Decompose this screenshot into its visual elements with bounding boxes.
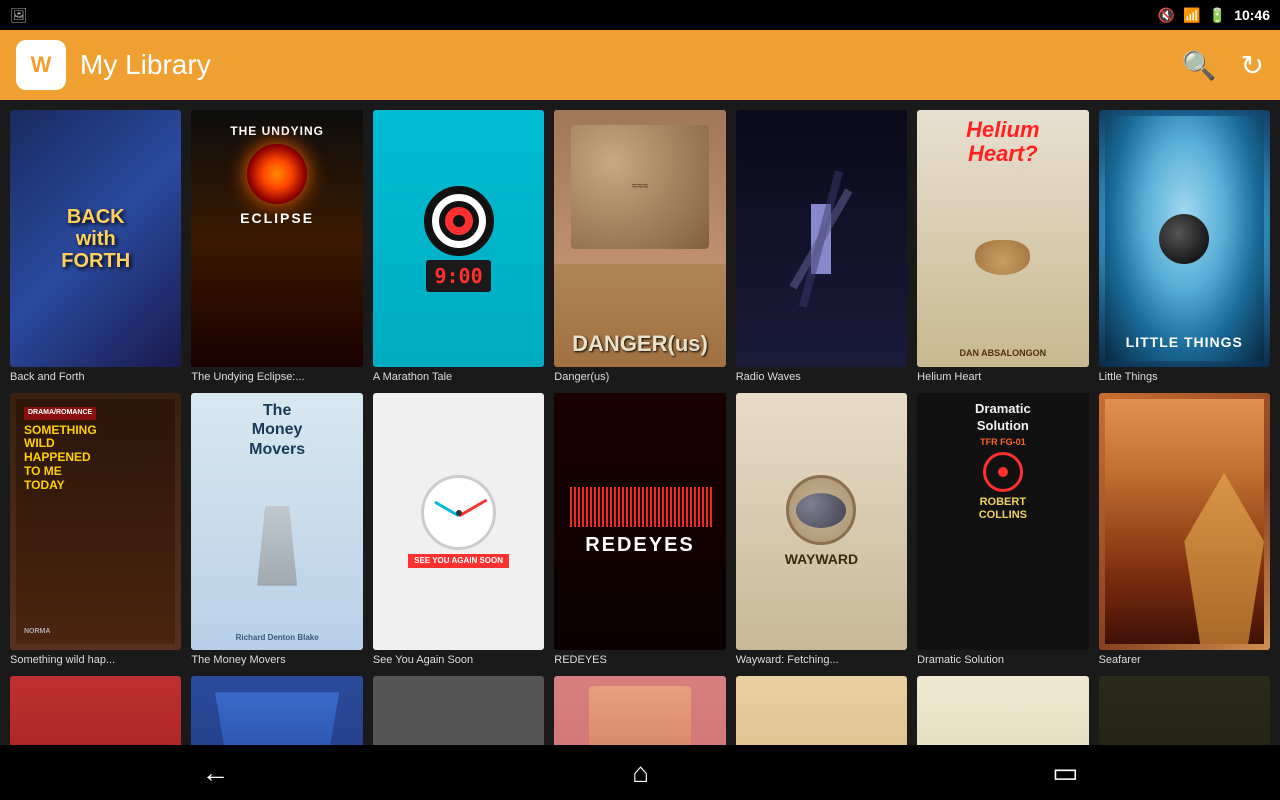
mute-icon: 🔇 [1158,7,1175,24]
clock: 10:46 [1234,7,1270,23]
book-item-marathon[interactable]: 9:00 A Marathon Tale [373,110,544,383]
book-title-marathon: A Marathon Tale [373,371,544,383]
book-cover-money-movers: TheMoneyMovers Richard Denton Blake [191,393,362,650]
app-bar-left: W My Library [16,40,211,90]
book-title-wayward: Wayward: Fetching... [736,654,907,666]
book-cover-helium: HeliumHeart? DAN ABSALONGON [917,110,1088,367]
book-item-helium[interactable]: HeliumHeart? DAN ABSALONGON Helium Heart [917,110,1088,383]
logo-text: W [31,52,52,78]
book-cover-how-far: How far is too far? [1099,676,1270,745]
book-item-pink[interactable] [554,676,725,745]
book-item-wayward[interactable]: WAYWARD Wayward: Fetching... [736,393,907,666]
app-bar-right: 🔍 ↻ [1182,49,1264,82]
book-cover-monopoly: 🎩 [917,676,1088,745]
book-item-radio-waves[interactable]: Radio Waves [736,110,907,383]
book-title-undying: The Undying Eclipse:... [191,371,362,383]
book-item-how-far[interactable]: How far is too far? How far is too far? [1099,676,1270,745]
book-item-seafarer[interactable]: Seafarer [1099,393,1270,666]
book-item-undying[interactable]: THE UNDYING ECLIPSE The Undying Eclipse:… [191,110,362,383]
book-item-deep-end[interactable]: The Deep End [191,676,362,745]
wattpad-logo[interactable]: W [16,40,66,90]
book-title-see-you: See You Again Soon [373,654,544,666]
book-cover-dramatic: DramaticSolution TFR FG-01 ROBERTCOLLINS [917,393,1088,650]
status-bar-left: 🖼 [10,7,28,24]
book-title-dangerous: Danger(us) [554,371,725,383]
book-item-something-wild[interactable]: DRAMA/ROMANCE SOMETHINGWILDHAPPENEDTO ME… [10,393,181,666]
book-cover-aquifers: The Aquifersof Mars [736,676,907,745]
book-title-back-forth: Back and Forth [10,371,181,383]
book-item-hundred-year[interactable]: THEHUNDREDYEARMAN [10,676,181,745]
book-cover-see-you: SEE YOU AGAIN SOON [373,393,544,650]
search-icon[interactable]: 🔍 [1182,49,1217,82]
book-cover-hundred-year: THEHUNDREDYEARMAN [10,676,181,745]
app-icon: 🖼 [10,7,28,24]
book-title-radio-waves: Radio Waves [736,371,907,383]
book-title-redeyes: REDEYES [554,654,725,666]
book-cover-redeyes: REDEYES [554,393,725,650]
book-cover-pink [554,676,725,745]
book-cover-wayward: WAYWARD [736,393,907,650]
refresh-icon[interactable]: ↻ [1241,49,1264,82]
book-item-money-movers[interactable]: TheMoneyMovers Richard Denton Blake The … [191,393,362,666]
book-item-redeyes[interactable]: REDEYES REDEYES [554,393,725,666]
book-cover-undying: THE UNDYING ECLIPSE [191,110,362,367]
book-title-seafarer: Seafarer [1099,654,1270,666]
book-cover-little-things: LITTLE THINGS [1099,110,1270,367]
book-title-helium: Helium Heart [917,371,1088,383]
battery-icon: 🔋 [1209,7,1226,24]
book-grid: BACKwithFORTH Back and Forth THE UNDYING… [0,100,1280,745]
book-item-dramatic[interactable]: DramaticSolution TFR FG-01 ROBERTCOLLINS… [917,393,1088,666]
book-item-back-forth[interactable]: BACKwithFORTH Back and Forth [10,110,181,383]
book-item-monopoly[interactable]: 🎩 [917,676,1088,745]
book-cover-radio-waves [736,110,907,367]
book-item-aquifers[interactable]: The Aquifersof Mars The Aquifers of Mars [736,676,907,745]
app-bar: W My Library 🔍 ↻ [0,30,1280,100]
book-item-dangerous[interactable]: ≈≈≈ DANGER(us) Danger(us) [554,110,725,383]
book-cover-dangerous: ≈≈≈ DANGER(us) [554,110,725,367]
book-item-gray[interactable] [373,676,544,745]
nav-recent-button[interactable]: ▭ [1022,748,1108,797]
book-cover-marathon: 9:00 [373,110,544,367]
status-bar-right: 🔇 📶 🔋 10:46 [1158,7,1270,24]
book-cover-something-wild: DRAMA/ROMANCE SOMETHINGWILDHAPPENEDTO ME… [10,393,181,650]
nav-home-button[interactable]: ⌂ [602,749,679,797]
wifi-icon: 📶 [1183,7,1200,24]
app-title: My Library [80,49,211,81]
book-title-dramatic: Dramatic Solution [917,654,1088,666]
status-bar: 🖼 🔇 📶 🔋 10:46 [0,0,1280,30]
book-cover-deep-end: The Deep End [191,676,362,745]
book-cover-gray [373,676,544,745]
book-cover-back-forth: BACKwithFORTH [10,110,181,367]
nav-bar: ← ⌂ ▭ [0,745,1280,800]
book-title-little-things: Little Things [1099,371,1270,383]
book-cover-seafarer [1099,393,1270,650]
nav-back-button[interactable]: ← [171,749,259,797]
book-title-money-movers: The Money Movers [191,654,362,666]
book-item-little-things[interactable]: LITTLE THINGS Little Things [1099,110,1270,383]
book-title-something-wild: Something wild hap... [10,654,181,666]
book-item-see-you[interactable]: SEE YOU AGAIN SOON See You Again Soon [373,393,544,666]
